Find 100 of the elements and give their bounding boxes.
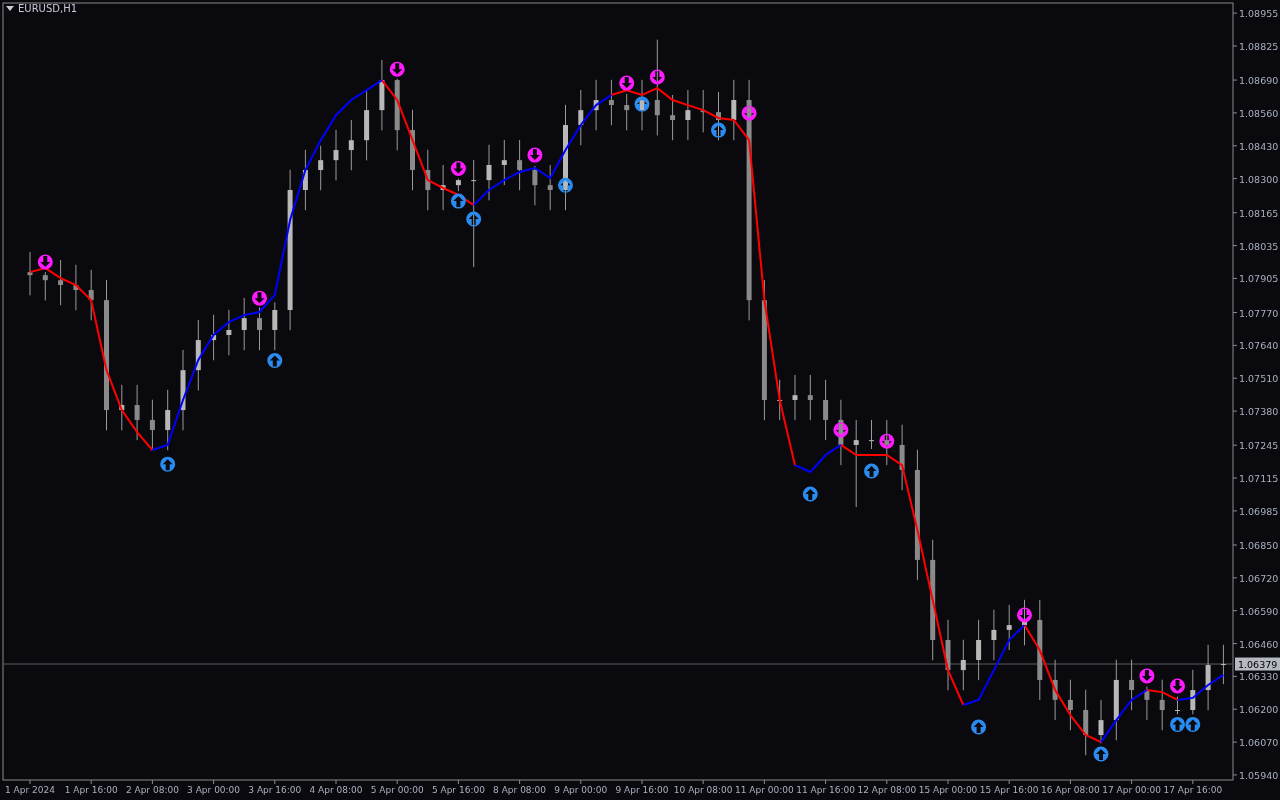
candle — [165, 389, 171, 451]
down-arrow-icon — [879, 433, 895, 449]
axis-label: 9 Apr 16:00 — [615, 785, 669, 795]
axis-label: 1.07510 — [1239, 373, 1279, 385]
candle — [134, 384, 140, 441]
candle — [639, 79, 645, 131]
candle — [486, 144, 492, 201]
candle — [991, 609, 997, 661]
candle — [333, 129, 339, 181]
down-arrow-icon — [1017, 607, 1032, 623]
symbol-title: EURUSD,H1 — [18, 3, 77, 14]
axis-label: 1.08955 — [1239, 8, 1279, 20]
axis-label: 1.06460 — [1239, 638, 1279, 650]
up-arrow-icon — [558, 177, 573, 193]
axis-label: 1.07245 — [1239, 440, 1279, 452]
candle — [119, 384, 125, 431]
candle — [608, 79, 614, 126]
axis-label: 12 Apr 08:00 — [857, 785, 917, 795]
axis-label: 1.06590 — [1239, 605, 1279, 617]
candle — [42, 271, 48, 301]
candle — [302, 149, 308, 211]
up-arrow-icon — [1185, 716, 1201, 732]
up-arrow-icon — [466, 211, 482, 227]
candle — [27, 251, 33, 296]
candle — [1220, 644, 1226, 685]
axis-label: 9 Apr 00:00 — [554, 785, 608, 795]
candle — [1067, 679, 1073, 731]
up-arrow-icon — [1093, 746, 1109, 762]
candle — [501, 139, 507, 186]
candle — [1144, 686, 1150, 721]
candle — [823, 379, 829, 441]
candle — [547, 164, 553, 211]
axis-label: 17 Apr 00:00 — [1102, 785, 1161, 795]
down-arrow-icon — [252, 290, 267, 306]
down-arrow-icon — [527, 147, 543, 163]
axis-label: 5 Apr 16:00 — [431, 785, 485, 795]
axis-label: 1.06070 — [1239, 737, 1279, 749]
axis-label: 1.07770 — [1239, 307, 1279, 319]
axis-label: 1.06200 — [1239, 704, 1279, 716]
axis-label: 1.07640 — [1239, 340, 1279, 352]
axis-label: 1.06330 — [1239, 671, 1279, 683]
candle — [670, 94, 676, 141]
axis-label: 5 Apr 00:00 — [370, 785, 424, 795]
dropdown-caret-icon[interactable] — [6, 5, 14, 12]
axis-label: 3 Apr 16:00 — [248, 785, 302, 795]
candle — [257, 307, 262, 351]
axis-label: 11 Apr 16:00 — [796, 785, 855, 795]
candle — [593, 79, 599, 131]
candle — [272, 301, 278, 351]
up-arrow-icon — [1170, 716, 1185, 732]
up-arrow-icon — [971, 719, 987, 735]
candle — [1129, 659, 1135, 711]
candle — [226, 309, 232, 356]
candle — [211, 314, 217, 361]
candle — [869, 419, 874, 450]
axis-label: 1.07380 — [1239, 406, 1279, 418]
price-label: 1.06379 — [1235, 657, 1280, 671]
axis-label: 1.08690 — [1239, 75, 1279, 87]
axis-label: 1.08560 — [1239, 107, 1279, 119]
candle — [945, 619, 951, 691]
up-arrow-icon — [267, 353, 283, 369]
axis-label: 1 Apr 2024 — [5, 785, 55, 795]
candle — [195, 319, 201, 391]
axis-label: 15 Apr 16:00 — [979, 785, 1039, 795]
down-arrow-icon — [389, 61, 405, 77]
axis-label: 17 Apr 16:00 — [1163, 785, 1223, 795]
candle — [318, 145, 324, 191]
up-arrow-icon — [160, 456, 176, 472]
up-arrow-icon — [711, 122, 726, 138]
candle — [1190, 669, 1196, 715]
axis-label: 4 Apr 08:00 — [309, 785, 363, 795]
axis-label: 1.05940 — [1239, 769, 1279, 781]
axis-label: 1.06850 — [1239, 540, 1279, 551]
candle — [976, 619, 982, 681]
candle — [731, 79, 737, 141]
down-arrow-icon — [1139, 668, 1155, 684]
candle — [960, 639, 966, 691]
axis-label: 1.06720 — [1239, 572, 1279, 584]
candle — [700, 89, 706, 133]
axis-label: 16 Apr 08:00 — [1041, 785, 1100, 795]
candle — [1052, 659, 1058, 721]
axis-label: 1.08035 — [1239, 240, 1279, 252]
candle — [1006, 604, 1012, 651]
candle — [624, 93, 630, 131]
axis-label: 1.08825 — [1239, 40, 1279, 52]
candle — [1175, 696, 1180, 715]
candle — [578, 89, 584, 146]
candle — [792, 374, 798, 421]
candle — [379, 59, 385, 131]
candle — [425, 149, 431, 211]
down-arrow-icon — [1170, 678, 1185, 694]
up-arrow-icon — [450, 193, 466, 209]
up-arrow-icon — [634, 96, 650, 112]
candle — [517, 139, 523, 191]
up-arrow-icon — [864, 463, 879, 479]
candle — [1205, 644, 1211, 711]
candle — [1159, 679, 1165, 731]
candle — [1098, 699, 1104, 744]
axis-label: 1.08430 — [1239, 140, 1279, 152]
axis-label: 1.08300 — [1239, 173, 1279, 185]
